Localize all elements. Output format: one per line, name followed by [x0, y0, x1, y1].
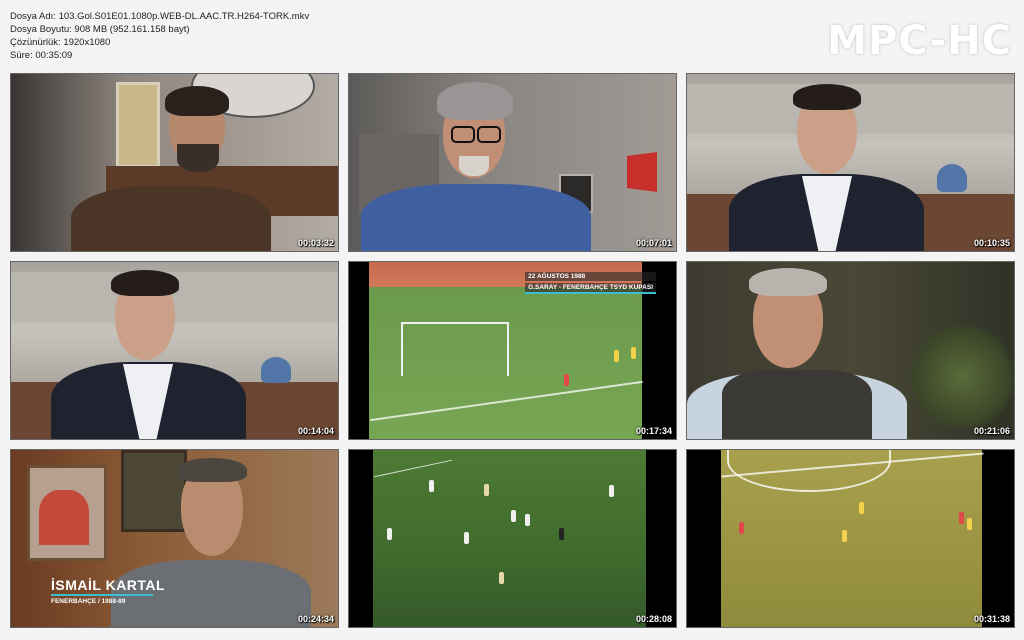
flag — [627, 152, 657, 192]
letterbox-left — [687, 450, 721, 627]
timestamp: 00:31:38 — [973, 614, 1010, 624]
goal-frame — [401, 322, 509, 376]
timestamp: 00:10:35 — [973, 238, 1010, 248]
player — [842, 530, 847, 542]
football-pitch — [373, 450, 646, 627]
letterbox-right — [646, 450, 676, 627]
letterbox-left — [349, 262, 369, 439]
trophy-frame — [116, 82, 160, 168]
player — [464, 532, 469, 544]
player — [525, 514, 530, 526]
timestamp: 00:03:32 — [297, 238, 334, 248]
person-subtitle: FENERBAHÇE / 1988-89 — [51, 598, 126, 605]
player — [484, 484, 489, 496]
vase — [261, 357, 291, 383]
match-caption: 22 AĞUSTOS 1988 G.SARAY - FENERBAHÇE TSY… — [525, 272, 656, 296]
player — [499, 572, 504, 584]
file-size: Dosya Boyutu: 908 MB (952.161.158 bayt) — [10, 24, 190, 35]
thumbnail-1[interactable]: 00:03:32 — [10, 73, 339, 252]
player — [859, 502, 864, 514]
mpc-hc-logo: MPC-HC — [827, 18, 1012, 64]
player — [614, 350, 619, 362]
file-resolution: Çözünürlük: 1920x1080 — [10, 37, 111, 48]
file-info: Dosya Adı: 103.Gol.S01E01.1080p.WEB-DL.A… — [10, 10, 309, 62]
thumbnail-6[interactable]: 00:21:06 — [686, 261, 1015, 440]
player — [559, 528, 564, 540]
player — [609, 485, 614, 497]
vase — [937, 164, 967, 192]
thumbnail-5[interactable]: 22 AĞUSTOS 1988 G.SARAY - FENERBAHÇE TSY… — [348, 261, 677, 440]
plant — [907, 322, 1014, 432]
timestamp: 00:24:34 — [297, 614, 334, 624]
timestamp: 00:07:01 — [635, 238, 672, 248]
framed-photo-figure — [39, 490, 89, 545]
thumbnail-7[interactable]: İSMAİL KARTAL FENERBAHÇE / 1988-89 00:24… — [10, 449, 339, 628]
timestamp: 00:14:04 — [297, 426, 334, 436]
thumbnail-2[interactable]: 00:07:01 — [348, 73, 677, 252]
thumbnail-8[interactable]: 00:28:08 — [348, 449, 677, 628]
file-duration: Süre: 00:35:09 — [10, 50, 73, 61]
player — [387, 528, 392, 540]
player — [739, 522, 744, 534]
player — [967, 518, 972, 530]
timestamp: 00:28:08 — [635, 614, 672, 624]
letterbox-right — [982, 450, 1014, 627]
caption-date: 22 AĞUSTOS 1988 — [525, 272, 656, 281]
thumbnail-grid: 00:03:32 00:07:01 00:10:35 00:14:04 22 A… — [10, 73, 1015, 628]
thumbnail-3[interactable]: 00:10:35 — [686, 73, 1015, 252]
player — [511, 510, 516, 522]
wall-frame — [121, 450, 187, 532]
player — [564, 374, 569, 386]
caption-match: G.SARAY - FENERBAHÇE TSYD KUPASI — [525, 283, 656, 294]
thumbnail-4[interactable]: 00:14:04 — [10, 261, 339, 440]
person-name: İSMAİL KARTAL — [51, 577, 166, 593]
player — [959, 512, 964, 524]
thumbnail-9[interactable]: 00:31:38 — [686, 449, 1015, 628]
player — [631, 347, 636, 359]
file-name: Dosya Adı: 103.Gol.S01E01.1080p.WEB-DL.A… — [10, 11, 310, 22]
name-underline — [51, 594, 153, 596]
name-lower-third: İSMAİL KARTAL FENERBAHÇE / 1988-89 — [51, 577, 165, 605]
letterbox-left — [349, 450, 373, 627]
player — [429, 480, 434, 492]
timestamp: 00:21:06 — [973, 426, 1010, 436]
timestamp: 00:17:34 — [635, 426, 672, 436]
